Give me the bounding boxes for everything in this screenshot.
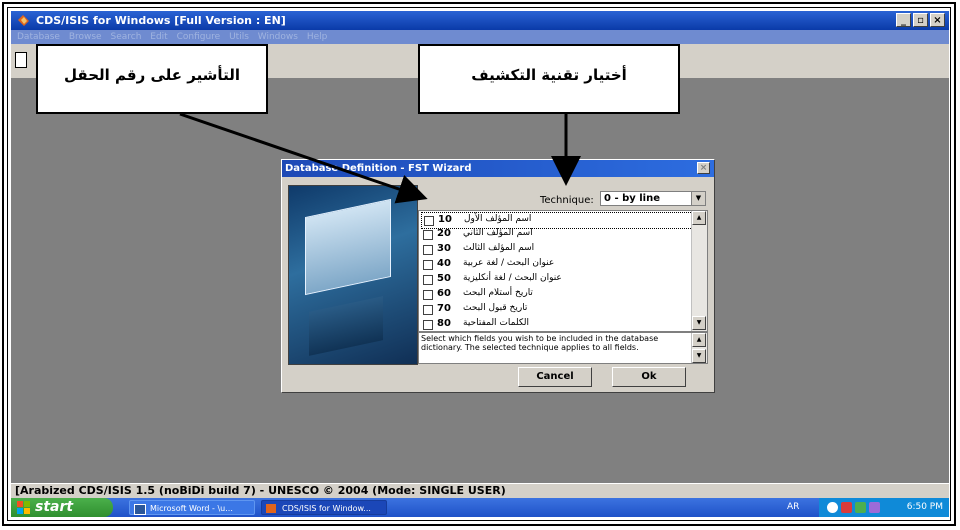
arrow-to-field-tag (179, 112, 428, 204)
callout-arrows (179, 112, 581, 204)
